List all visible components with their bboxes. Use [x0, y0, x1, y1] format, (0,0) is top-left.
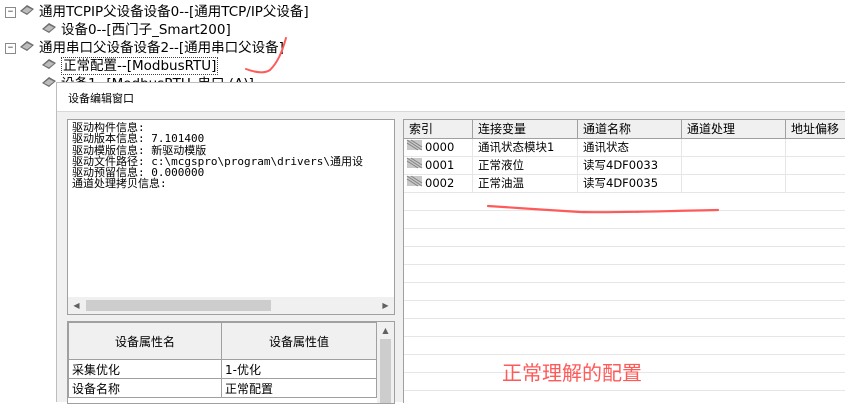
column-header[interactable]: 索引 — [404, 120, 473, 138]
device-icon — [18, 39, 36, 57]
driver-info-text: 驱动构件信息: 驱动版本信息: 7.101400 驱动模版信息: 新驱动模版 驱… — [72, 122, 390, 292]
device-properties-table: 设备属性名 设备属性值 采集优化 1-优化 设备名称 正常配置 — [68, 322, 377, 398]
channel-icon — [406, 157, 423, 174]
table-row[interactable]: 采集优化 1-优化 — [68, 359, 377, 379]
device-icon — [40, 57, 58, 75]
column-header[interactable]: 连接变量 — [473, 120, 578, 138]
processing-cell[interactable] — [682, 139, 786, 156]
table-row[interactable]: 设备名称 正常配置 — [68, 378, 377, 398]
device-edit-dialog: 设备编辑窗口 驱动构件信息: 驱动版本信息: 7.101400 驱动模版信息: … — [56, 82, 845, 404]
index-value: 0002 — [425, 176, 455, 190]
scroll-right-button[interactable]: ▶ — [377, 297, 394, 314]
channel-icon — [406, 139, 423, 156]
tree-node-label: 设备0--[西门子_Smart200] — [61, 22, 231, 38]
column-header[interactable]: 地址偏移 — [786, 120, 845, 138]
grid-header: 索引 连接变量 通道名称 通道处理 地址偏移 — [404, 120, 845, 139]
table-row[interactable]: 0001 正常液位 读写4DF0033 — [404, 157, 845, 175]
vertical-scrollbar[interactable]: ▲ — [377, 322, 394, 403]
driver-info-line: 通道处理拷贝信息: — [72, 177, 167, 191]
property-name: 采集优化 — [68, 359, 222, 379]
empty-row — [404, 301, 845, 319]
tree-node-device0[interactable]: 设备0--[西门子_Smart200] — [40, 21, 231, 39]
empty-row — [404, 265, 845, 283]
index-value: 0001 — [425, 158, 455, 172]
annotation-text: 正常理解的配置 — [502, 361, 642, 385]
empty-row — [404, 247, 845, 265]
empty-row — [404, 391, 845, 403]
index-value: 0000 — [425, 140, 455, 154]
processing-cell[interactable] — [682, 175, 786, 192]
variable-cell[interactable]: 正常液位 — [473, 157, 578, 174]
dialog-titlebar[interactable]: 设备编辑窗口 — [57, 83, 845, 112]
table-row[interactable]: 0000 通讯状态模块1 通讯状态 — [404, 139, 845, 157]
empty-row — [404, 337, 845, 355]
device-properties-panel: 设备属性名 设备属性值 采集优化 1-优化 设备名称 正常配置 ▲ — [67, 321, 395, 404]
empty-row — [404, 319, 845, 337]
property-value[interactable]: 1-优化 — [221, 359, 377, 379]
device-icon — [18, 3, 36, 21]
variable-cell[interactable]: 正常油温 — [473, 175, 578, 192]
index-cell: 0000 — [404, 139, 473, 156]
scrollbar-thumb[interactable] — [380, 339, 391, 403]
property-value[interactable]: 正常配置 — [221, 378, 377, 398]
processing-cell[interactable] — [682, 157, 786, 174]
tree-node-label: 通用串口父设备设备2--[通用串口父设备] — [39, 40, 284, 56]
tree-node-tcpip-parent[interactable]: − 通用TCPIP父设备设备0--[通用TCP/IP父设备] — [5, 3, 309, 21]
empty-row — [404, 283, 845, 301]
index-cell: 0002 — [404, 175, 473, 192]
channel-icon — [406, 175, 423, 192]
tree-node-label: 正常配置--[ModbusRTU] — [61, 57, 219, 75]
scroll-left-button[interactable]: ◀ — [68, 297, 85, 314]
scrollbar-thumb[interactable] — [86, 300, 271, 311]
column-header[interactable]: 通道名称 — [578, 120, 682, 138]
driver-info-panel[interactable]: 驱动构件信息: 驱动版本信息: 7.101400 驱动模版信息: 新驱动模版 驱… — [67, 119, 395, 315]
tree-node-normal-config[interactable]: 正常配置--[ModbusRTU] — [40, 57, 219, 75]
column-header[interactable]: 设备属性名 — [68, 322, 222, 360]
property-name: 设备名称 — [68, 378, 222, 398]
variable-cell[interactable]: 通讯状态模块1 — [473, 139, 578, 156]
table-row[interactable]: 0002 正常油温 读写4DF0035 — [404, 175, 845, 193]
scroll-up-button[interactable]: ▲ — [377, 322, 394, 339]
empty-row — [404, 193, 845, 211]
horizontal-scrollbar[interactable]: ◀ ▶ — [68, 297, 394, 314]
empty-row — [404, 211, 845, 229]
collapse-icon[interactable]: − — [5, 6, 16, 18]
channel-name-cell: 读写4DF0035 — [578, 175, 682, 192]
tree-node-serial-parent[interactable]: − 通用串口父设备设备2--[通用串口父设备] — [5, 39, 284, 57]
tree-node-label: 通用TCPIP父设备设备0--[通用TCP/IP父设备] — [39, 4, 309, 20]
index-cell: 0001 — [404, 157, 473, 174]
offset-cell — [786, 157, 845, 174]
channel-name-cell: 通讯状态 — [578, 139, 682, 156]
offset-cell — [786, 139, 845, 156]
column-header[interactable]: 设备属性值 — [221, 322, 377, 360]
empty-row — [404, 229, 845, 247]
dialog-title: 设备编辑窗口 — [68, 92, 134, 105]
channel-name-cell: 读写4DF0033 — [578, 157, 682, 174]
offset-cell — [786, 175, 845, 192]
device-icon — [40, 21, 58, 39]
channel-grid[interactable]: 索引 连接变量 通道名称 通道处理 地址偏移 0000 通讯状态模块1 通讯状态… — [403, 119, 845, 403]
collapse-icon[interactable]: − — [5, 42, 16, 54]
column-header[interactable]: 通道处理 — [682, 120, 786, 138]
